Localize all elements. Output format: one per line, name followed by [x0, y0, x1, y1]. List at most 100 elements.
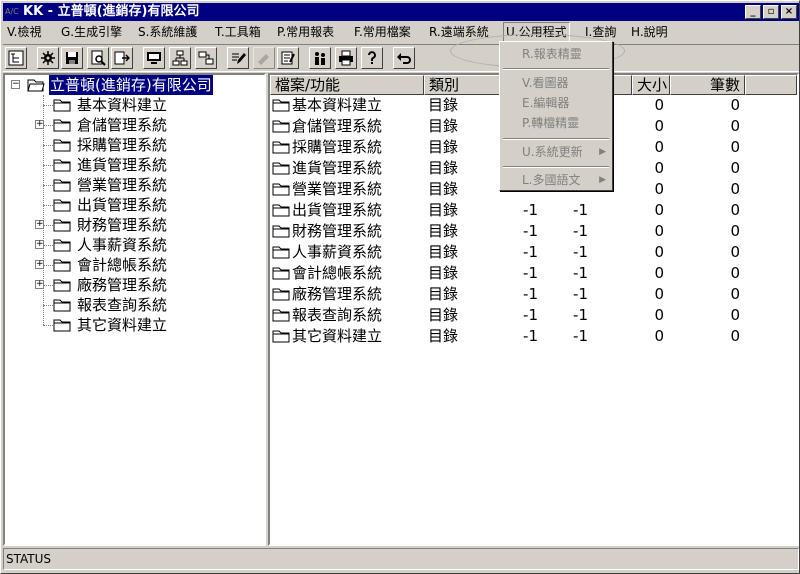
- expand-icon[interactable]: +: [35, 280, 44, 289]
- folder-icon: [272, 267, 290, 280]
- menu-utilities[interactable]: U.公用程式: [503, 22, 570, 42]
- print-preview-icon[interactable]: [87, 47, 109, 69]
- row-type: 目錄: [428, 222, 459, 240]
- monitor-icon[interactable]: [143, 47, 165, 69]
- expand-icon[interactable]: +: [35, 260, 44, 269]
- row-size: 0: [654, 180, 664, 198]
- row-size: 0: [654, 306, 664, 324]
- tree-item-label: 基本資料建立: [77, 96, 168, 114]
- menu-remote[interactable]: R.遠端系統: [427, 22, 491, 42]
- list-row[interactable]: 會計總帳系統 目錄 -1 -1 0 0: [270, 263, 797, 284]
- list-row[interactable]: 廠務管理系統 目錄 -1 -1 0 0: [270, 284, 797, 305]
- maximize-button[interactable]: ▫: [763, 5, 779, 19]
- network-icon[interactable]: [169, 47, 191, 69]
- row-count: 0: [730, 222, 740, 240]
- row-size: 0: [654, 201, 664, 219]
- menu-files[interactable]: F.常用檔案: [352, 22, 413, 42]
- row-count: 0: [730, 180, 740, 198]
- folder-icon: [272, 99, 290, 112]
- list-row[interactable]: 人事薪資系統 目錄 -1 -1 0 0: [270, 242, 797, 263]
- folder-icon: [53, 119, 71, 132]
- menu-image-viewer[interactable]: V.看圖器: [500, 73, 612, 93]
- row-size: 0: [654, 264, 664, 282]
- expand-icon[interactable]: +: [35, 220, 44, 229]
- settings-gear-icon[interactable]: [37, 47, 59, 69]
- tree-pane[interactable]: − 立普頓(進銷存)有限公司 基本資料建立 + 倉儲管理系統 採購管理系統 進貨管理系統…: [3, 73, 266, 546]
- menu-help[interactable]: H.說明: [629, 22, 670, 42]
- row-size: 0: [654, 243, 664, 261]
- folder-icon: [272, 141, 290, 154]
- tree-view-icon[interactable]: [5, 47, 27, 69]
- menu-system[interactable]: S.系統維護: [136, 22, 199, 42]
- tree-item-label: 會計總帳系統: [77, 256, 168, 274]
- row-count: 0: [730, 159, 740, 177]
- row-size: 0: [654, 159, 664, 177]
- row-count: 0: [730, 306, 740, 324]
- folder-icon: [272, 309, 290, 322]
- title-bar[interactable]: A/C KK - 立普頓(進銷存)有限公司 _ ▫ ×: [3, 3, 799, 21]
- folder-icon: [272, 246, 290, 259]
- menu-editor[interactable]: E.編輯器: [500, 93, 612, 113]
- tree-item-label: 廠務管理系統: [77, 276, 168, 294]
- minimize-button[interactable]: _: [745, 5, 761, 19]
- col-header-name[interactable]: 檔案/功能: [270, 75, 424, 95]
- col-header-count[interactable]: 筆數: [670, 75, 745, 95]
- menu-separator: [503, 138, 609, 140]
- tree-connector: [43, 95, 44, 325]
- menu-separator: [503, 68, 609, 70]
- edit-icon[interactable]: [227, 47, 249, 69]
- menu-multilanguage[interactable]: L.多國語文 ▶: [500, 170, 612, 190]
- row-value-a: -1: [523, 306, 538, 324]
- collapse-icon[interactable]: −: [11, 80, 20, 89]
- row-size: 0: [654, 138, 664, 156]
- tools-icon[interactable]: [253, 47, 275, 69]
- list-row[interactable]: 報表查詢系統 目錄 -1 -1 0 0: [270, 305, 797, 326]
- row-type: 目錄: [428, 243, 459, 261]
- row-size: 0: [654, 327, 664, 345]
- list-row[interactable]: 財務管理系統 目錄 -1 -1 0 0: [270, 221, 797, 242]
- folder-icon: [53, 99, 71, 112]
- list-row[interactable]: 出貨管理系統 目錄 -1 -1 0 0: [270, 200, 797, 221]
- expand-icon[interactable]: +: [35, 120, 44, 129]
- menu-query[interactable]: I.查詢: [583, 22, 618, 42]
- col-header-type[interactable]: 類別: [424, 75, 500, 95]
- row-value-b: -1: [573, 201, 588, 219]
- menu-generate[interactable]: G.生成引擎: [59, 22, 124, 42]
- notepad-icon[interactable]: [277, 47, 299, 69]
- tree-item-label: 採購管理系統: [77, 136, 168, 154]
- row-value-b: -1: [573, 285, 588, 303]
- folder-icon: [53, 299, 71, 312]
- menu-report-wizard[interactable]: R.報表精靈: [500, 44, 612, 64]
- close-button[interactable]: ×: [781, 5, 797, 19]
- menu-reports[interactable]: P.常用報表: [275, 22, 336, 42]
- tree-item-label: 財務管理系統: [77, 216, 168, 234]
- app-icon: A/C: [5, 7, 19, 16]
- tree-item-label: 出貨管理系統: [77, 196, 168, 214]
- row-count: 0: [730, 285, 740, 303]
- folder-icon: [53, 239, 71, 252]
- expand-icon[interactable]: +: [35, 240, 44, 249]
- menu-system-update[interactable]: U.系統更新 ▶: [500, 142, 612, 162]
- menu-view[interactable]: V.檢視: [5, 22, 43, 42]
- help-icon[interactable]: [361, 47, 383, 69]
- menu-toolbox[interactable]: T.工具箱: [213, 22, 263, 42]
- toolbar: [3, 44, 799, 72]
- users-icon[interactable]: [309, 47, 331, 69]
- row-type: 目錄: [428, 264, 459, 282]
- row-size: 0: [654, 117, 664, 135]
- list-row[interactable]: 其它資料建立 目錄 -1 -1 0 0: [270, 326, 797, 347]
- row-name: 基本資料建立: [292, 96, 383, 114]
- menu-bar: V.檢視 G.生成引擎 S.系統維護 T.工具箱 P.常用報表 F.常用檔案 R…: [3, 22, 799, 42]
- col-header-size[interactable]: 大小: [632, 75, 670, 95]
- tree-item-label: 其它資料建立: [77, 316, 168, 334]
- row-name: 廠務管理系統: [292, 285, 383, 303]
- menu-convert-wizard[interactable]: P.轉檔精靈: [500, 113, 612, 133]
- printer-icon[interactable]: [335, 47, 357, 69]
- row-count: 0: [730, 96, 740, 114]
- export-icon[interactable]: [111, 47, 133, 69]
- submenu-arrow-icon: ▶: [599, 147, 606, 157]
- undo-icon[interactable]: [393, 47, 415, 69]
- folder-icon: [272, 288, 290, 301]
- link-icon[interactable]: [195, 47, 217, 69]
- save-icon[interactable]: [61, 47, 83, 69]
